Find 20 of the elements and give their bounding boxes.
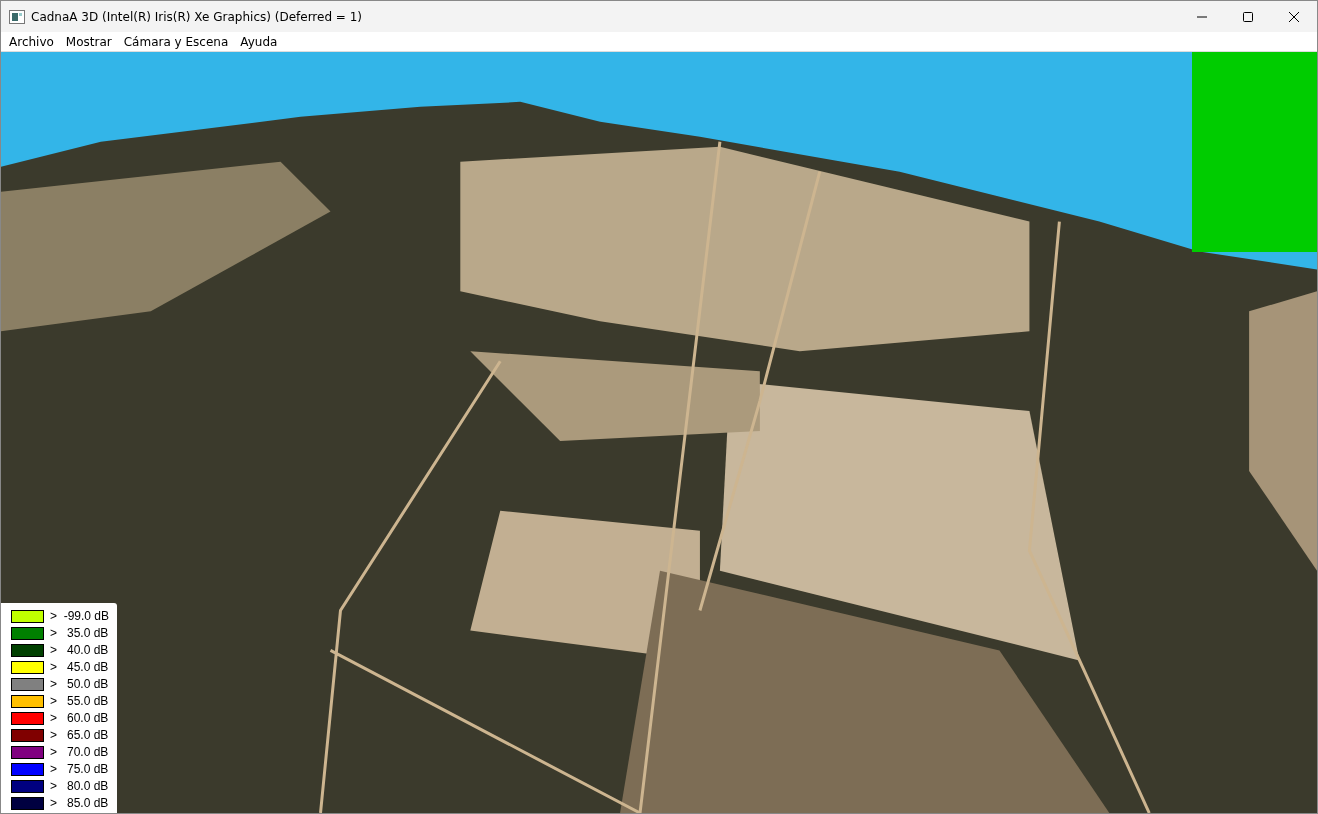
legend-label: > -99.0 dB (50, 609, 110, 623)
legend-label: > 55.0 dB (50, 694, 109, 708)
legend-label: > 75.0 dB (50, 762, 109, 776)
legend-label: > 60.0 dB (50, 711, 109, 725)
close-icon (1288, 10, 1300, 23)
app-icon (9, 9, 25, 24)
legend-label: > 85.0 dB (50, 796, 109, 810)
legend-label: > 50.0 dB (50, 677, 109, 691)
legend-label: > 40.0 dB (50, 643, 109, 657)
menu-item[interactable]: Mostrar (59, 34, 118, 49)
menu-item[interactable]: Cámara y Escena (117, 34, 235, 49)
legend-label: > 35.0 dB (50, 626, 109, 640)
legend-label: > 70.0 dB (50, 745, 109, 759)
menu-item[interactable]: Archivo (3, 34, 60, 49)
legend-label: > 45.0 dB (50, 660, 109, 674)
menu-item[interactable]: Ayuda (234, 34, 284, 49)
legend-label: > 65.0 dB (50, 728, 109, 742)
window-title: CadnaA 3D (Intel(R) Iris(R) Xe Graphics) (Deferred = 1) (31, 9, 364, 24)
legend-label: > 80.0 dB (50, 779, 109, 793)
maximize-icon (1242, 10, 1254, 23)
